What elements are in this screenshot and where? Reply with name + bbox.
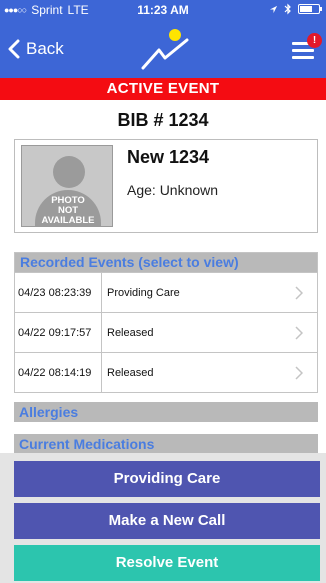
photo-text-line: AVAILABLE [41, 215, 95, 226]
event-description: Providing Care [107, 286, 180, 299]
chevron-right-icon [295, 326, 303, 340]
participant-age: Age: Unknown [127, 182, 219, 198]
chevron-right-icon [295, 366, 303, 380]
event-date: 04/23 08:23:39 [15, 273, 102, 312]
recorded-events-list: Recorded Events (select to view) 04/23 0… [14, 252, 318, 393]
chevron-right-icon [295, 286, 303, 300]
menu-bar-icon [292, 56, 314, 59]
bib-number: BIB # 1234 [117, 110, 209, 130]
event-date: 04/22 08:14:19 [15, 353, 102, 392]
avatar-head-icon [53, 156, 85, 188]
new-call-button[interactable]: Make a New Call [14, 503, 320, 539]
photo-placeholder: PHOTO NOT AVAILABLE [21, 145, 113, 227]
bluetooth-icon [284, 3, 291, 15]
medications-section[interactable]: Current Medications [14, 434, 318, 454]
participant-card: PHOTO NOT AVAILABLE New 1234 Age: Unknow… [14, 139, 318, 233]
active-event-banner: ACTIVE EVENT [0, 78, 326, 100]
event-row[interactable]: 04/23 08:23:39 Providing Care [15, 272, 317, 312]
resolve-event-button[interactable]: Resolve Event [14, 545, 320, 581]
event-date: 04/22 09:17:57 [15, 313, 102, 352]
chevron-left-icon [8, 39, 20, 59]
recorded-events-header: Recorded Events (select to view) [15, 253, 317, 272]
event-description: Released [107, 326, 154, 339]
back-button[interactable]: Back [8, 39, 64, 59]
photo-not-available-label: PHOTO NOT AVAILABLE [22, 196, 112, 226]
participant-name: New 1234 [127, 147, 210, 167]
notification-badge: ! [307, 33, 322, 48]
menu-bar-icon [292, 49, 314, 52]
event-row[interactable]: 04/22 08:14:19 Released [15, 352, 317, 392]
event-description: Released [107, 366, 154, 379]
battery-icon [298, 4, 322, 14]
allergies-section[interactable]: Allergies [14, 402, 318, 422]
back-label: Back [26, 39, 64, 58]
location-arrow-icon [269, 5, 278, 13]
event-row[interactable]: 04/22 09:17:57 Released [15, 312, 317, 352]
app-logo [141, 29, 189, 70]
providing-care-button[interactable]: Providing Care [14, 461, 320, 497]
status-bar: ●●●○○ Sprint LTE 11:23 AM [0, 0, 326, 20]
app-header: ●●●○○ Sprint LTE 11:23 AM Back ! [0, 0, 326, 78]
